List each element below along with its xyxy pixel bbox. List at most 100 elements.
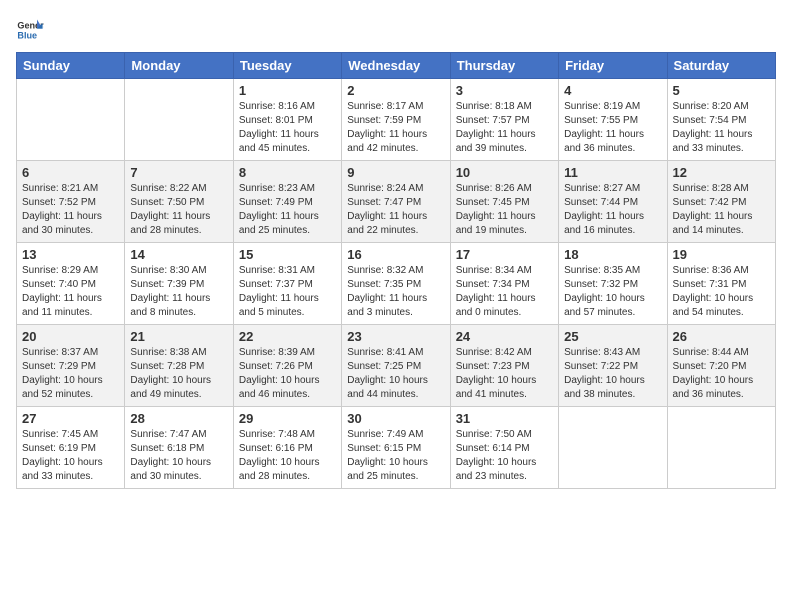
day-info: Sunrise: 7:49 AM Sunset: 6:15 PM Dayligh… (347, 428, 444, 484)
calendar-cell: 22 Sunrise: 8:39 AM Sunset: 7:26 PM Dayli… (233, 325, 341, 407)
svg-text:Blue: Blue (17, 30, 37, 40)
day-info: Sunrise: 8:34 AM Sunset: 7:34 PM Dayligh… (456, 264, 553, 320)
day-number: 1 (239, 83, 336, 98)
day-header-wednesday: Wednesday (342, 53, 450, 79)
week-row-1: 1 Sunrise: 8:16 AM Sunset: 8:01 PM Daylig… (17, 79, 776, 161)
day-number: 19 (673, 247, 770, 262)
calendar-cell: 4Sunrise: 8:19 AM Sunset: 7:55 PM Daylig… (559, 79, 667, 161)
calendar-cell: 28 Sunrise: 7:47 AM Sunset: 6:18 PM Dayli… (125, 407, 233, 489)
day-number: 6 (22, 165, 119, 180)
week-row-2: 6 Sunrise: 8:21 AM Sunset: 7:52 PM Daylig… (17, 161, 776, 243)
day-number: 18 (564, 247, 661, 262)
calendar-cell: 25 Sunrise: 8:43 AM Sunset: 7:22 PM Dayli… (559, 325, 667, 407)
calendar-cell: 12 Sunrise: 8:28 AM Sunset: 7:42 PM Dayli… (667, 161, 775, 243)
day-info: Sunrise: 8:24 AM Sunset: 7:47 PM Dayligh… (347, 182, 444, 238)
day-number: 22 (239, 329, 336, 344)
calendar-cell: 11 Sunrise: 8:27 AM Sunset: 7:44 PM Dayli… (559, 161, 667, 243)
calendar-cell: 17 Sunrise: 8:34 AM Sunset: 7:34 PM Dayli… (450, 243, 558, 325)
logo: General Blue (16, 16, 48, 44)
day-number: 14 (130, 247, 227, 262)
calendar-cell: 29Sunrise: 7:48 AM Sunset: 6:16 PM Dayli… (233, 407, 341, 489)
day-number: 3 (456, 83, 553, 98)
day-number: 12 (673, 165, 770, 180)
day-number: 10 (456, 165, 553, 180)
calendar-cell: 21Sunrise: 8:38 AM Sunset: 7:28 PM Dayli… (125, 325, 233, 407)
day-number: 24 (456, 329, 553, 344)
day-number: 23 (347, 329, 444, 344)
day-number: 30 (347, 411, 444, 426)
day-header-monday: Monday (125, 53, 233, 79)
calendar-cell: 27 Sunrise: 7:45 AM Sunset: 6:19 PM Dayli… (17, 407, 125, 489)
day-info: Sunrise: 7:50 AM Sunset: 6:14 PM Dayligh… (456, 428, 553, 484)
calendar-cell: 15 Sunrise: 8:31 AM Sunset: 7:37 PM Dayli… (233, 243, 341, 325)
calendar-cell: 14 Sunrise: 8:30 AM Sunset: 7:39 PM Dayli… (125, 243, 233, 325)
day-info: Sunrise: 8:37 AM Sunset: 7:29 PM Dayligh… (22, 346, 119, 402)
calendar-cell: 26 Sunrise: 8:44 AM Sunset: 7:20 PM Dayli… (667, 325, 775, 407)
day-header-saturday: Saturday (667, 53, 775, 79)
day-info: Sunrise: 8:42 AM Sunset: 7:23 PM Dayligh… (456, 346, 553, 402)
day-number: 29 (239, 411, 336, 426)
day-number: 27 (22, 411, 119, 426)
calendar-cell: 9Sunrise: 8:24 AM Sunset: 7:47 PM Daylig… (342, 161, 450, 243)
calendar-cell: 10 Sunrise: 8:26 AM Sunset: 7:45 PM Dayli… (450, 161, 558, 243)
calendar-cell: 20 Sunrise: 8:37 AM Sunset: 7:29 PM Dayli… (17, 325, 125, 407)
day-header-friday: Friday (559, 53, 667, 79)
week-row-3: 13Sunrise: 8:29 AM Sunset: 7:40 PM Dayli… (17, 243, 776, 325)
calendar-cell: 2 Sunrise: 8:17 AM Sunset: 7:59 PM Daylig… (342, 79, 450, 161)
day-number: 28 (130, 411, 227, 426)
day-info: Sunrise: 8:21 AM Sunset: 7:52 PM Dayligh… (22, 182, 119, 238)
day-number: 25 (564, 329, 661, 344)
day-info: Sunrise: 7:47 AM Sunset: 6:18 PM Dayligh… (130, 428, 227, 484)
day-info: Sunrise: 8:27 AM Sunset: 7:44 PM Dayligh… (564, 182, 661, 238)
calendar-cell: 5 Sunrise: 8:20 AM Sunset: 7:54 PM Daylig… (667, 79, 775, 161)
day-info: Sunrise: 7:45 AM Sunset: 6:19 PM Dayligh… (22, 428, 119, 484)
day-info: Sunrise: 8:20 AM Sunset: 7:54 PM Dayligh… (673, 100, 770, 156)
week-row-5: 27 Sunrise: 7:45 AM Sunset: 6:19 PM Dayli… (17, 407, 776, 489)
day-number: 31 (456, 411, 553, 426)
calendar-cell: 19Sunrise: 8:36 AM Sunset: 7:31 PM Dayli… (667, 243, 775, 325)
day-number: 26 (673, 329, 770, 344)
day-info: Sunrise: 8:17 AM Sunset: 7:59 PM Dayligh… (347, 100, 444, 156)
day-info: Sunrise: 8:16 AM Sunset: 8:01 PM Dayligh… (239, 100, 336, 156)
day-header-sunday: Sunday (17, 53, 125, 79)
day-number: 16 (347, 247, 444, 262)
day-info: Sunrise: 8:26 AM Sunset: 7:45 PM Dayligh… (456, 182, 553, 238)
day-number: 8 (239, 165, 336, 180)
day-number: 2 (347, 83, 444, 98)
day-info: Sunrise: 8:35 AM Sunset: 7:32 PM Dayligh… (564, 264, 661, 320)
day-number: 15 (239, 247, 336, 262)
day-info: Sunrise: 8:31 AM Sunset: 7:37 PM Dayligh… (239, 264, 336, 320)
day-info: Sunrise: 8:43 AM Sunset: 7:22 PM Dayligh… (564, 346, 661, 402)
calendar-cell (17, 79, 125, 161)
calendar-cell: 24 Sunrise: 8:42 AM Sunset: 7:23 PM Dayli… (450, 325, 558, 407)
day-info: Sunrise: 8:39 AM Sunset: 7:26 PM Dayligh… (239, 346, 336, 402)
calendar-cell: 3Sunrise: 8:18 AM Sunset: 7:57 PM Daylig… (450, 79, 558, 161)
page-header: General Blue (16, 16, 776, 44)
calendar-cell: 7 Sunrise: 8:22 AM Sunset: 7:50 PM Daylig… (125, 161, 233, 243)
calendar-cell: 16Sunrise: 8:32 AM Sunset: 7:35 PM Dayli… (342, 243, 450, 325)
day-info: Sunrise: 8:28 AM Sunset: 7:42 PM Dayligh… (673, 182, 770, 238)
day-number: 7 (130, 165, 227, 180)
day-info: Sunrise: 8:19 AM Sunset: 7:55 PM Dayligh… (564, 100, 661, 156)
calendar-cell: 30 Sunrise: 7:49 AM Sunset: 6:15 PM Dayli… (342, 407, 450, 489)
day-number: 17 (456, 247, 553, 262)
day-number: 21 (130, 329, 227, 344)
day-info: Sunrise: 8:22 AM Sunset: 7:50 PM Dayligh… (130, 182, 227, 238)
calendar-cell: 13Sunrise: 8:29 AM Sunset: 7:40 PM Dayli… (17, 243, 125, 325)
day-header-tuesday: Tuesday (233, 53, 341, 79)
calendar-cell (559, 407, 667, 489)
day-number: 5 (673, 83, 770, 98)
day-number: 20 (22, 329, 119, 344)
calendar-table: SundayMondayTuesdayWednesdayThursdayFrid… (16, 52, 776, 489)
week-row-4: 20 Sunrise: 8:37 AM Sunset: 7:29 PM Dayli… (17, 325, 776, 407)
day-info: Sunrise: 8:23 AM Sunset: 7:49 PM Dayligh… (239, 182, 336, 238)
calendar-cell (667, 407, 775, 489)
day-info: Sunrise: 8:30 AM Sunset: 7:39 PM Dayligh… (130, 264, 227, 320)
day-info: Sunrise: 8:44 AM Sunset: 7:20 PM Dayligh… (673, 346, 770, 402)
day-number: 11 (564, 165, 661, 180)
logo-icon: General Blue (16, 16, 44, 44)
calendar-cell (125, 79, 233, 161)
calendar-cell: 8 Sunrise: 8:23 AM Sunset: 7:49 PM Daylig… (233, 161, 341, 243)
calendar-cell: 31 Sunrise: 7:50 AM Sunset: 6:14 PM Dayli… (450, 407, 558, 489)
day-header-thursday: Thursday (450, 53, 558, 79)
